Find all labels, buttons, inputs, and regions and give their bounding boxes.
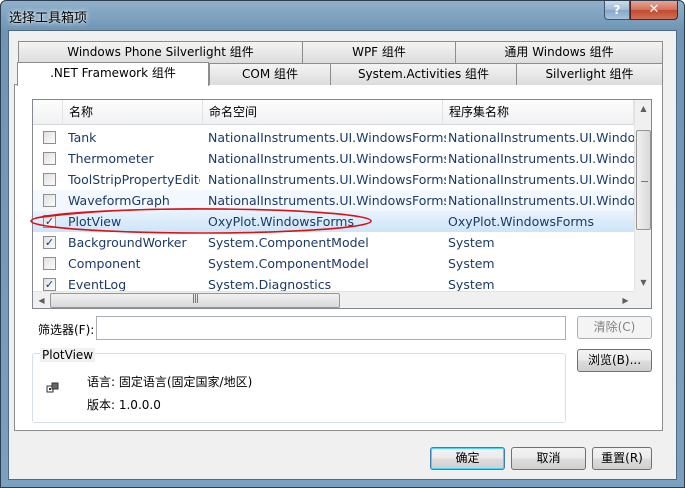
row-name: WaveformGraph [68, 193, 170, 208]
grip-icon [641, 181, 648, 182]
horizontal-scrollbar[interactable]: ◀ ||| ▶ [33, 291, 634, 308]
column-header-assembly[interactable]: 程序集名称 [443, 100, 634, 125]
filter-input[interactable] [96, 316, 566, 340]
row-assembly: System [448, 235, 495, 250]
reset-button[interactable]: 重置(R) [592, 447, 652, 470]
list-row-thermometer[interactable]: Thermometer NationalInstruments.UI.Windo… [33, 148, 638, 169]
row-name: PlotView [68, 214, 122, 229]
row-assembly: System [448, 256, 495, 271]
tab-wpf[interactable]: WPF 组件 [302, 41, 456, 63]
list-row-plotview[interactable]: ✓ PlotView OxyPlot.WindowsForms OxyPlot.… [33, 211, 634, 232]
row-namespace: NationalInstruments.UI.WindowsForms [208, 172, 446, 187]
close-button[interactable]: ✕ [630, 1, 678, 20]
row-namespace: OxyPlot.WindowsForms [208, 214, 354, 229]
ok-button[interactable]: 确定 [430, 447, 505, 470]
tab-silverlight[interactable]: Silverlight 组件 [516, 63, 663, 85]
component-info-title: PlotView [40, 348, 96, 362]
row-name: Thermometer [68, 151, 154, 166]
row-assembly: NationalInstruments.UI.Windows [448, 130, 638, 145]
title-bar[interactable]: 选择工具箱项 ? ✕ [1, 1, 684, 29]
component-list[interactable]: 名称 命名空间 程序集名称 Tank NationalInstruments.U… [32, 99, 652, 309]
row-name: Component [68, 256, 141, 271]
row-checkbox[interactable] [43, 257, 56, 270]
list-row-component[interactable]: Component System.ComponentModel System [33, 253, 634, 274]
cancel-button[interactable]: 取消 [511, 447, 586, 470]
scroll-up-arrow-icon[interactable]: ▲ [635, 100, 651, 117]
row-name: BackgroundWorker [68, 235, 187, 250]
list-header: 名称 命名空间 程序集名称 [33, 100, 634, 125]
column-header-namespace[interactable]: 命名空间 [203, 100, 443, 125]
component-language: 语言: 固定语言(固定国家/地区) [87, 375, 253, 389]
list-row-tank[interactable]: Tank NationalInstruments.UI.WindowsForms… [33, 127, 638, 148]
row-checkbox[interactable] [43, 131, 56, 144]
row-assembly: NationalInstruments.UI.Windows [448, 193, 638, 208]
scroll-down-arrow-icon[interactable]: ▼ [635, 274, 651, 291]
window-title: 选择工具箱项 [9, 11, 88, 26]
filter-label: 筛选器(F): [38, 323, 95, 337]
row-namespace: NationalInstruments.UI.WindowsForms [208, 151, 446, 166]
component-version: 版本: 1.0.0.0 [87, 398, 161, 412]
clear-button[interactable]: 清除(C) [577, 316, 652, 339]
row-checkbox[interactable]: ✓ [43, 236, 56, 249]
list-row-background-worker[interactable]: ✓ BackgroundWorker System.ComponentModel… [33, 232, 634, 253]
row-name: ToolStripPropertyEdito [68, 172, 200, 187]
list-row-waveform-graph[interactable]: WaveformGraph NationalInstruments.UI.Win… [33, 190, 638, 211]
help-button[interactable]: ? [604, 1, 630, 20]
header-checkbox-column[interactable] [33, 100, 63, 125]
row-checkbox[interactable] [43, 194, 56, 207]
row-checkbox[interactable]: ✓ [43, 278, 56, 291]
row-name: Tank [68, 130, 97, 145]
row-checkbox[interactable] [43, 152, 56, 165]
tab-dotnet-framework[interactable]: .NET Framework 组件 [17, 62, 209, 86]
scroll-left-arrow-icon[interactable]: ◀ [33, 292, 50, 308]
browse-button[interactable]: 浏览(B)... [577, 349, 652, 372]
vertical-scrollbar[interactable]: ▲ ▼ [634, 100, 651, 291]
tab-universal-windows[interactable]: 通用 Windows 组件 [455, 41, 663, 63]
list-row-toolstrip-property-editor[interactable]: ToolStripPropertyEdito NationalInstrumen… [33, 169, 638, 190]
tab-windows-phone-silverlight[interactable]: Windows Phone Silverlight 组件 [18, 41, 303, 63]
scroll-corner [634, 291, 651, 308]
row-namespace: NationalInstruments.UI.WindowsForms [208, 130, 446, 145]
component-icon [46, 382, 59, 393]
row-namespace: System.ComponentModel [208, 235, 369, 250]
row-checkbox[interactable] [43, 173, 56, 186]
row-checkbox[interactable]: ✓ [43, 215, 56, 228]
row-namespace: NationalInstruments.UI.WindowsForms [208, 193, 446, 208]
vertical-scroll-thumb[interactable] [636, 130, 651, 230]
horizontal-scroll-thumb[interactable]: ||| [50, 293, 340, 308]
column-header-name[interactable]: 名称 [63, 100, 203, 125]
row-namespace: System.ComponentModel [208, 256, 369, 271]
scroll-right-arrow-icon[interactable]: ▶ [617, 292, 634, 308]
tab-system-activities[interactable]: System.Activities 组件 [330, 63, 517, 85]
row-assembly: OxyPlot.WindowsForms [448, 214, 594, 229]
tab-com[interactable]: COM 组件 [209, 63, 331, 85]
row-assembly: NationalInstruments.UI.Windows [448, 151, 638, 166]
row-assembly: NationalInstruments.UI.Windows [448, 172, 638, 187]
